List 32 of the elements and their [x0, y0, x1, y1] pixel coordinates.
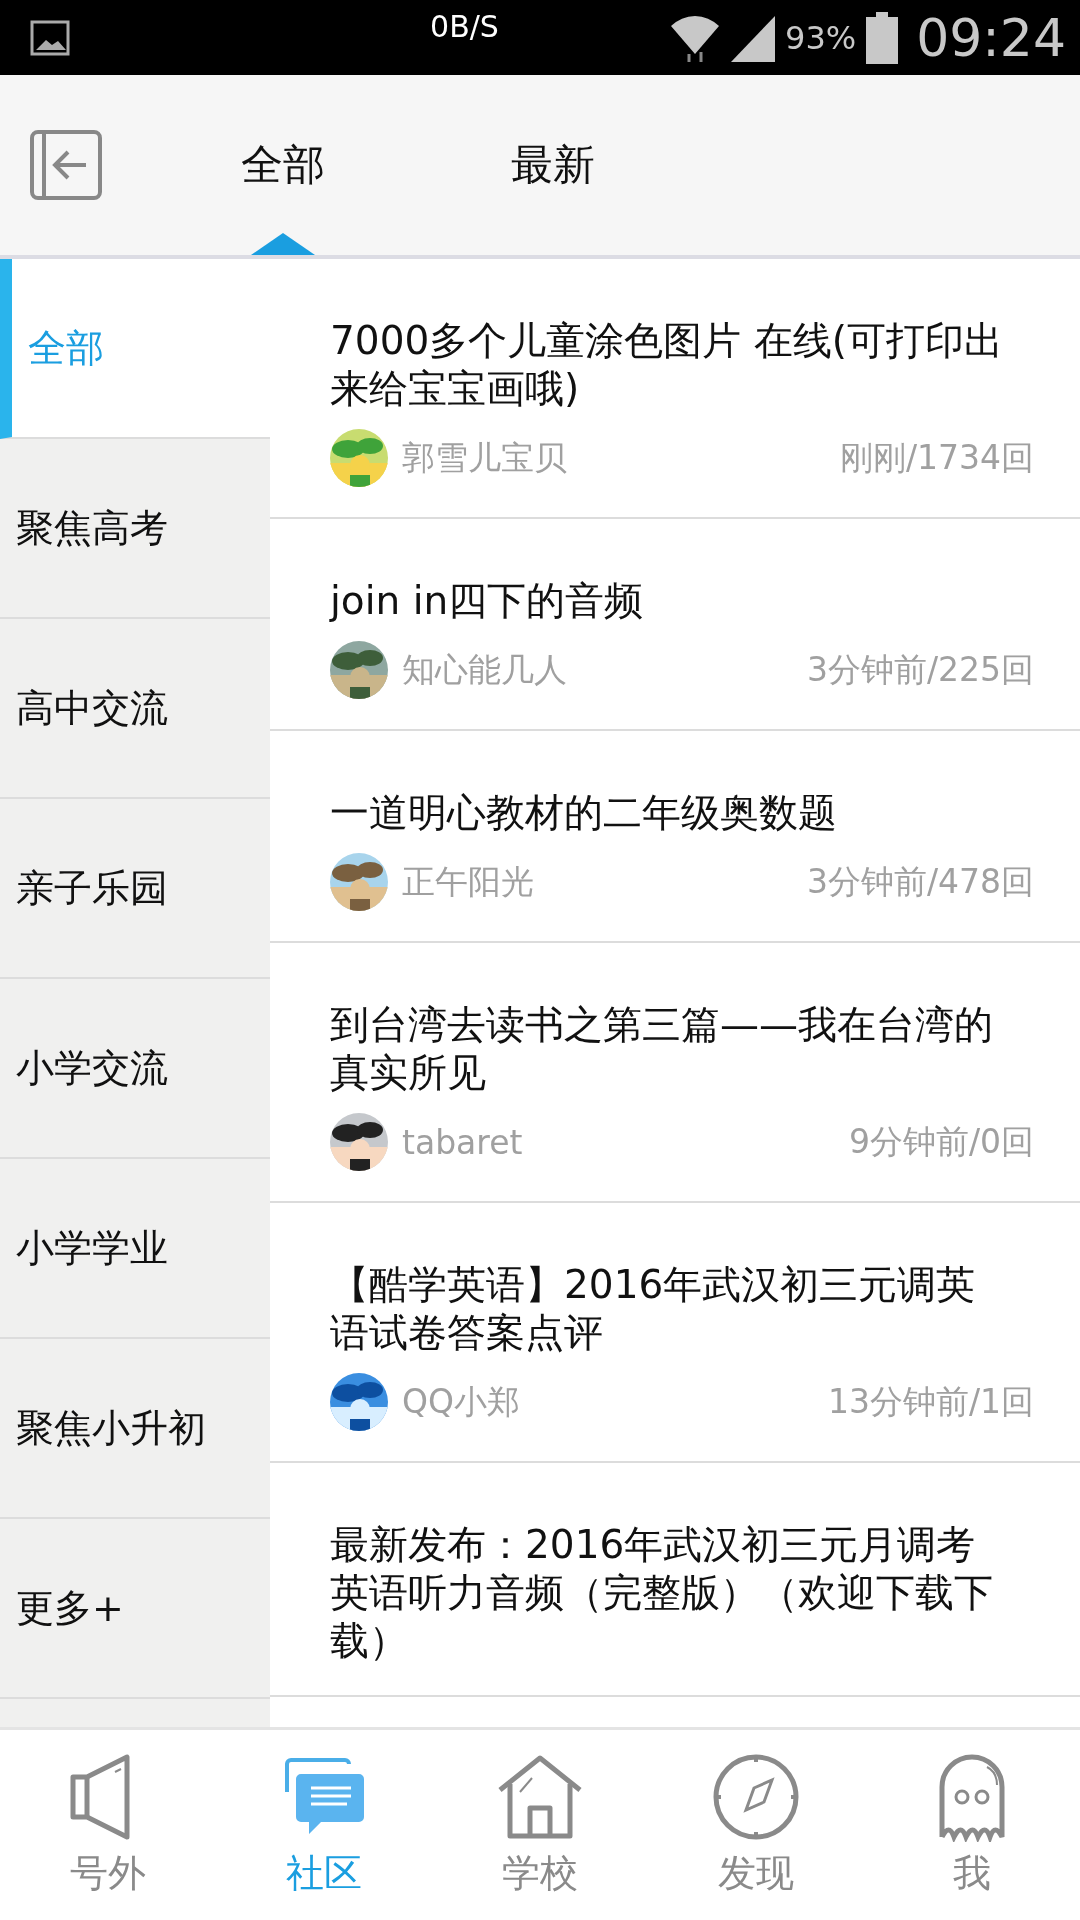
battery-percent: 93%: [785, 18, 857, 57]
post-title[interactable]: 最新发布：2016年武汉初三元月调考英语听力音频（完整版）（欢迎下载下载）: [330, 1521, 1034, 1665]
network-speed: 0B/S: [429, 9, 500, 44]
tab-indicator-icon: [251, 233, 315, 255]
author-name: QQ小郑: [402, 1380, 521, 1423]
post-title[interactable]: join in四下的音频: [330, 577, 1034, 625]
sidebar-item[interactable]: 聚焦高考: [0, 439, 270, 619]
author-name: 知心能几人: [402, 648, 568, 691]
post-time-replies: 9分钟前/0回: [848, 1120, 1034, 1163]
tab[interactable]: 最新: [418, 75, 688, 255]
clock: 09:24: [916, 7, 1066, 68]
sidebar-item[interactable]: 小学学业: [0, 1159, 270, 1339]
author-name: 正午阳光: [402, 860, 535, 903]
sidebar-item[interactable]: 高中交流: [0, 619, 270, 799]
post-title[interactable]: 一道明心教材的二年级奥数题: [330, 789, 1034, 837]
author-name: tabaret: [402, 1122, 524, 1162]
back-icon[interactable]: [30, 130, 102, 200]
post-title[interactable]: 【酷学英语】2016年武汉初三元调英语试卷答案点评: [330, 1261, 1034, 1357]
post-time-replies: 13分钟前/1回: [827, 1380, 1034, 1423]
sidebar-item[interactable]: 小学交流: [0, 979, 270, 1159]
post-time-replies: 刚刚/1734回: [839, 436, 1034, 479]
post-title[interactable]: 到台湾去读书之第三篇——我在台湾的真实所见: [330, 1001, 1034, 1097]
image-icon: [30, 19, 70, 56]
sidebar-item[interactable]: 亲子乐园: [0, 799, 270, 979]
author-name: 郭雪儿宝贝: [402, 436, 568, 479]
post-time-replies: 3分钟前/225回: [806, 648, 1034, 691]
sidebar-item[interactable]: 更多+: [0, 1519, 270, 1699]
sidebar-item[interactable]: 聚焦小升初: [0, 1339, 270, 1519]
post-time-replies: 3分钟前/478回: [806, 860, 1034, 903]
post-title[interactable]: 7000多个儿童涂色图片 在线(可打印出来给宝宝画哦): [330, 317, 1034, 413]
tab[interactable]: 全部: [148, 75, 418, 255]
battery-icon: [866, 11, 899, 64]
